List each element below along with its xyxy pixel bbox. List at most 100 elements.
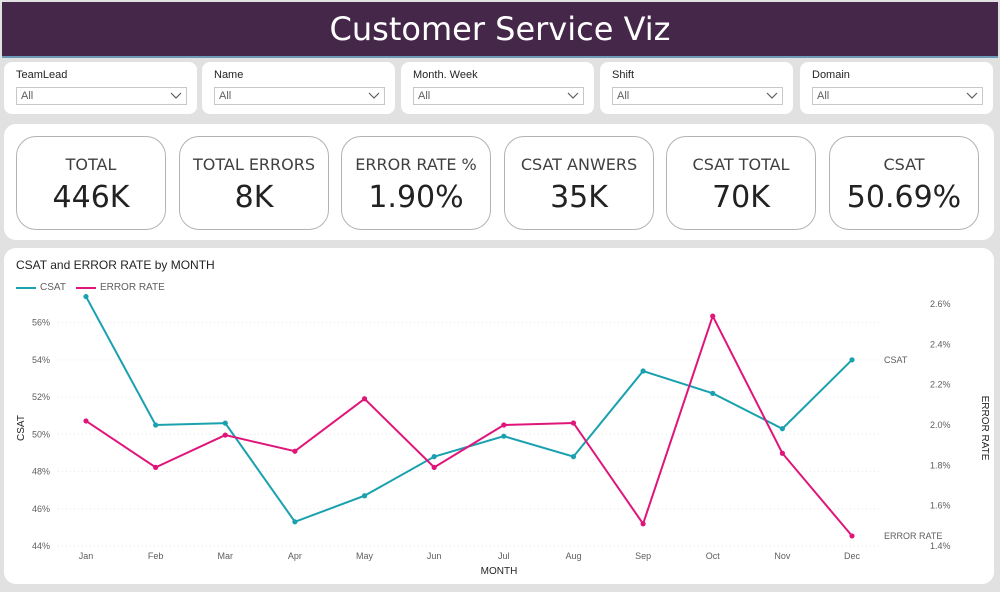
data-point [779,426,785,432]
y2-tick-label: 2.6% [930,299,951,309]
y-tick-label: 54% [32,355,50,365]
kpi-title: ERROR RATE % [355,155,477,174]
data-point [640,521,646,527]
data-point [431,454,437,460]
dropdown-value: All [817,90,830,102]
slicer-label: Month. Week [413,69,478,81]
slicer-domain: Domain All [800,62,993,114]
kpi-value: 70K [712,180,770,215]
chevron-down-icon [170,92,182,99]
kpi-value: 50.69% [846,180,962,215]
chevron-down-icon [368,92,380,99]
x-tick-label: Jun [427,551,442,561]
kpi-title: TOTAL [65,155,117,174]
domain-dropdown[interactable]: All [812,87,983,105]
y2-tick-label: 1.8% [930,460,951,470]
y-tick-label: 52% [32,392,50,402]
data-point [710,313,716,319]
kpi-card-total[interactable]: TOTAL 446K [16,136,166,230]
data-point [153,464,159,470]
y-tick-label: 56% [32,318,50,328]
data-point [153,422,159,428]
chart-legend: CSAT ERROR RATE [16,282,175,293]
data-point [83,293,89,300]
kpi-card-total-errors[interactable]: TOTAL ERRORS 8K [179,136,329,230]
dashboard-title: Customer Service Viz [2,2,998,58]
x-tick-label: Nov [774,551,791,561]
kpi-title: CSAT ANWERS [520,155,638,174]
data-point [361,493,368,499]
data-point [570,420,577,426]
data-point [222,420,228,426]
x-axis-title: MONTH [481,566,518,577]
kpi-card-csat-answers[interactable]: CSAT ANWERS 35K [504,136,654,230]
dropdown-value: All [219,90,232,102]
y2-tick-label: 2.2% [930,380,951,390]
slicer-month-week: Month. Week All [401,62,594,114]
chevron-down-icon [966,92,978,99]
slicer-shift: Shift All [600,62,793,114]
y-tick-label: 46% [32,504,50,514]
data-point [501,422,507,428]
data-point [849,533,855,539]
x-tick-label: Feb [148,551,164,561]
data-point [361,396,368,402]
legend-item-csat[interactable]: CSAT [16,282,66,293]
y2-tick-label: 2.0% [930,420,951,430]
kpi-title: CSAT [883,155,925,174]
slicer-teamlead: TeamLead All [4,62,197,114]
series-line-csat [85,296,853,524]
kpi-card-error-rate[interactable]: ERROR RATE % 1.90% [341,136,491,230]
legend-label: CSAT [40,282,66,293]
dropdown-value: All [617,90,630,102]
data-point [222,432,228,438]
series-line-error-rate [85,313,853,537]
chevron-down-icon [567,92,579,99]
series-end-label: ERROR RATE [884,531,942,541]
legend-swatch [75,286,96,289]
chevron-down-icon [766,92,778,99]
legend-item-error-rate[interactable]: ERROR RATE [75,282,165,293]
x-tick-label: Aug [565,551,581,561]
shift-dropdown[interactable]: All [612,87,783,105]
x-tick-label: Oct [706,551,721,561]
kpi-value: 35K [550,180,608,215]
csat-error-chart[interactable]: 44% 46% 48% 50% 52% 54% 56% 1.4% 1.6% 1.8% 2.0% 2.2… [4,248,994,584]
dropdown-value: All [418,90,431,102]
data-point [640,368,646,374]
x-tick-label: May [356,551,374,561]
teamlead-dropdown[interactable]: All [16,87,187,105]
slicer-label: Domain [812,69,850,81]
kpi-value: 446K [52,180,130,215]
legend-swatch [16,286,36,289]
kpi-title: TOTAL ERRORS [192,155,316,174]
data-point [292,448,298,454]
kpi-panel: TOTAL 446K TOTAL ERRORS 8K ERROR RATE % … [4,124,994,240]
data-point [431,464,437,470]
x-tick-label: Mar [218,551,234,561]
kpi-title: CSAT TOTAL [692,155,790,174]
data-point [83,418,89,424]
name-dropdown[interactable]: All [214,87,385,105]
dropdown-value: All [21,90,34,102]
month-week-dropdown[interactable]: All [413,87,584,105]
data-point [570,454,577,460]
kpi-card-csat[interactable]: CSAT 50.69% [829,136,979,230]
y2-tick-label: 1.6% [930,501,951,511]
x-tick-label: Sep [635,551,651,561]
y-tick-label: 48% [32,467,50,477]
y-axis-title: CSAT [16,415,27,441]
y2-tick-label: 2.4% [930,339,951,349]
data-point [779,450,785,456]
slicer-label: Name [214,69,244,81]
data-point [710,390,716,396]
y2-axis-title: ERROR RATE [979,396,990,461]
x-tick-label: Jan [79,551,94,561]
y-tick-label: 44% [32,541,50,551]
x-tick-label: Jul [498,551,510,561]
data-point [849,357,855,363]
legend-label: ERROR RATE [99,282,165,293]
series-end-label: CSAT [884,355,908,365]
kpi-value: 1.90% [368,180,464,215]
kpi-card-csat-total[interactable]: CSAT TOTAL 70K [666,136,816,230]
